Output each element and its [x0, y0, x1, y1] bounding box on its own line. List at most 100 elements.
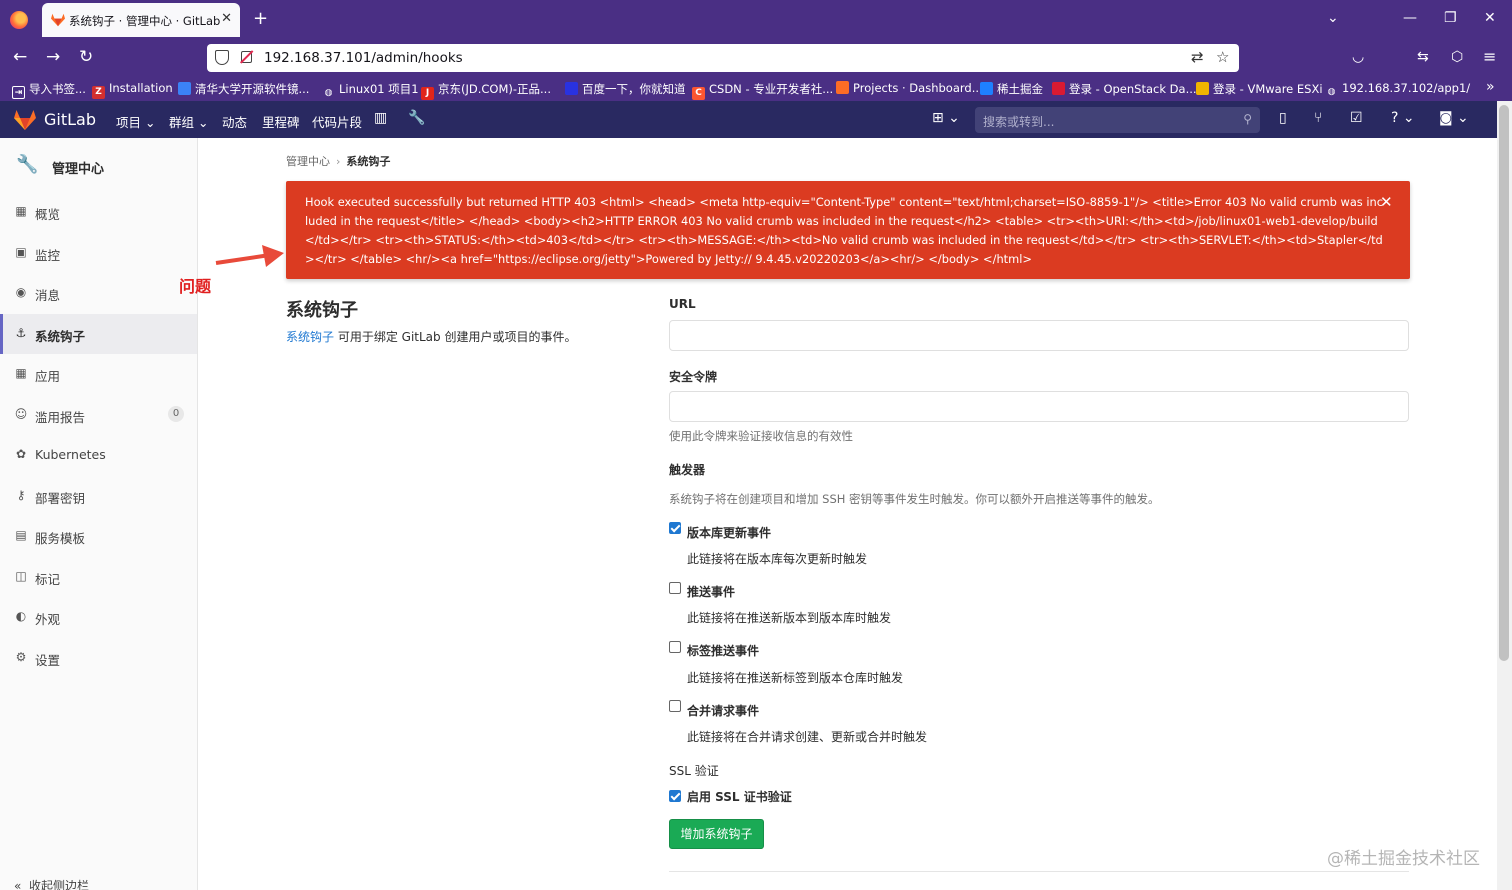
push-events-checkbox[interactable] [669, 582, 681, 594]
url-field[interactable] [669, 320, 1409, 351]
repository-update-checkbox[interactable] [669, 522, 681, 534]
bookmark-item[interactable]: 稀土掘金 [980, 81, 1043, 97]
broadcast-icon: ◉ [15, 285, 27, 299]
minimize-icon[interactable]: — [1403, 10, 1417, 26]
sidebar-item[interactable]: ⚷ 部署密钥 [0, 476, 197, 516]
sidebar-item[interactable]: ▦ 应用 [0, 354, 197, 394]
nav-milestones[interactable]: 里程碑 [262, 112, 300, 131]
bookmark-item[interactable]: Z Installation [92, 81, 173, 99]
back-icon[interactable]: ← [13, 48, 27, 66]
analytics-icon[interactable]: ▥ [374, 110, 387, 126]
forward-icon[interactable]: → [46, 48, 60, 66]
bookmark-item[interactable]: 登录 - OpenStack Da... [1052, 81, 1197, 97]
gitlab-brand[interactable]: GitLab [44, 110, 96, 129]
nav-activity[interactable]: 动态 [222, 112, 247, 131]
browser-tab[interactable]: 系统钩子 · 管理中心 · GitLab ✕ [42, 3, 240, 37]
nav-groups[interactable]: 群组 ⌄ [169, 112, 208, 131]
search-icon: ⚲ [1243, 112, 1252, 126]
breadcrumb-current[interactable]: 系统钩子 [346, 155, 390, 168]
issues-icon[interactable]: ▯ [1279, 110, 1287, 126]
scrollbar-thumb[interactable] [1499, 105, 1509, 661]
translate-icon[interactable]: ⇄ [1191, 48, 1204, 66]
sidebar-title: 管理中心 [52, 162, 105, 177]
address-bar[interactable]: 192.168.37.101/admin/hooks ⇄ ☆ [207, 44, 1239, 72]
nav-projects[interactable]: 项目 ⌄ [116, 112, 155, 131]
token-help: 使用此令牌来验证接收信息的有效性 [669, 429, 853, 443]
bookmark-item[interactable]: 登录 - VMware ESXi [1196, 81, 1323, 97]
ssl-checkbox-label[interactable]: 启用 SSL 证书验证 [687, 788, 792, 805]
search-input[interactable]: 搜索或转到... ⚲ [975, 107, 1260, 133]
ssl-verification-checkbox[interactable] [669, 790, 681, 802]
overview-icon: ▦ [15, 204, 27, 218]
sidebar-item-label: Kubernetes [35, 447, 106, 462]
bookmark-item[interactable]: ⇥ 导入书签... [12, 81, 86, 99]
insecure-lock-icon[interactable] [241, 51, 252, 63]
globe-icon: ◍ [1327, 87, 1336, 97]
tab-close-icon[interactable]: ✕ [221, 11, 232, 26]
bookmark-item[interactable]: 百度一下，你就知道 [565, 81, 686, 97]
triggers-help: 系统钩子将在创建项目和增加 SSH 密钥等事件发生时触发。你可以额外开启推送等事… [669, 492, 1160, 506]
monitor-icon: ▣ [15, 244, 27, 259]
breadcrumb-parent[interactable]: 管理中心 [286, 155, 330, 168]
maximize-icon[interactable]: ❐ [1444, 10, 1457, 26]
merge-request-checkbox[interactable] [669, 700, 681, 712]
add-system-hook-button[interactable]: 增加系统钩子 [669, 819, 764, 849]
system-hooks-link[interactable]: 系统钩子 [286, 330, 334, 344]
bookmark-item[interactable]: ◍ 192.168.37.102/app1/ [1325, 81, 1471, 99]
trigger-label[interactable]: 推送事件 [687, 583, 735, 600]
vmware-icon [1196, 82, 1209, 95]
firefox-logo-icon[interactable] [10, 11, 28, 29]
collapse-sidebar-button[interactable]: « 收起侧边栏 [14, 877, 89, 890]
tag-push-checkbox[interactable] [669, 641, 681, 653]
bookmark-item[interactable]: Projects · Dashboard... [836, 81, 983, 95]
sidebar-item[interactable]: ⚙ 设置 [0, 638, 197, 678]
new-tab-icon[interactable]: + [253, 8, 268, 29]
sidebar-item[interactable]: ◫ 标记 [0, 557, 197, 597]
close-icon[interactable]: ✕ [1380, 193, 1393, 211]
new-plus-icon[interactable]: ⊞ ⌄ [932, 110, 960, 126]
key-icon: ⚷ [16, 487, 26, 502]
bookmark-item[interactable]: 清华大学开源软件镜... [178, 81, 309, 97]
tab-list-icon[interactable]: ⌄ [1327, 10, 1339, 26]
sidebar-item[interactable]: ▣ 监控 [0, 233, 197, 273]
bookmarks-overflow-icon[interactable]: » [1486, 79, 1495, 95]
sidebar-item[interactable]: ◐ 外观 [0, 597, 197, 637]
page-scrollbar[interactable] [1497, 101, 1512, 890]
pocket-icon[interactable]: ◡ [1352, 48, 1364, 66]
translate-ext-icon[interactable]: ⇆ [1417, 48, 1429, 66]
help-icon[interactable]: ? ⌄ [1391, 110, 1415, 126]
page-title: 系统钩子 [286, 300, 358, 321]
todos-icon[interactable]: ☑ [1350, 110, 1363, 126]
tracking-shield-icon[interactable] [215, 50, 229, 65]
sidebar-item[interactable]: ▤ 服务模板 [0, 516, 197, 556]
url-label: URL [669, 297, 696, 311]
trigger-label[interactable]: 版本库更新事件 [687, 524, 771, 541]
extensions-icon[interactable]: ⬡ [1451, 48, 1463, 66]
bookmark-item[interactable]: J 京东(JD.COM)-正品... [421, 81, 551, 100]
bookmark-item[interactable]: C CSDN - 专业开发者社... [692, 81, 833, 100]
reload-icon[interactable]: ↻ [79, 48, 93, 66]
browser-tab-bar: 系统钩子 · 管理中心 · GitLab ✕ + ⌄ — ❐ ✕ [0, 0, 1512, 40]
gitlab-logo-icon[interactable] [14, 110, 36, 130]
secret-token-field[interactable] [669, 391, 1409, 422]
sidebar-item[interactable]: ⚓ 系统钩子 [0, 313, 197, 354]
avatar[interactable]: ◙ ⌄ [1439, 110, 1469, 126]
sidebar-item[interactable]: ◉ 消息 [0, 273, 197, 313]
bookmark-item[interactable]: ◍ Linux01 项目1 [322, 81, 419, 100]
merge-requests-icon[interactable]: ⑂ [1314, 110, 1322, 126]
menu-icon[interactable]: ≡ [1483, 48, 1496, 66]
trigger-label[interactable]: 标签推送事件 [687, 642, 759, 659]
admin-wrench-icon[interactable]: 🔧 [408, 110, 425, 126]
sidebar-item[interactable]: ✿ Kubernetes [0, 435, 197, 475]
close-window-icon[interactable]: ✕ [1484, 10, 1496, 26]
gitlab-header: GitLab 项目 ⌄ 群组 ⌄ 动态 里程碑 代码片段 ▥ 🔧 ⊞ ⌄ 搜索或… [0, 101, 1497, 138]
bookmark-star-icon[interactable]: ☆ [1216, 48, 1229, 66]
gitlab-icon [836, 81, 849, 94]
chevron-right-icon: › [336, 155, 341, 168]
search-placeholder: 搜索或转到... [983, 115, 1055, 129]
sidebar-item[interactable]: ▦ 概览 [0, 192, 197, 232]
trigger-label[interactable]: 合并请求事件 [687, 702, 759, 719]
nav-snippets[interactable]: 代码片段 [312, 112, 362, 131]
sidebar-item[interactable]: ☺ 滥用报告 0 [0, 395, 197, 435]
url-text[interactable]: 192.168.37.101/admin/hooks [264, 50, 463, 66]
